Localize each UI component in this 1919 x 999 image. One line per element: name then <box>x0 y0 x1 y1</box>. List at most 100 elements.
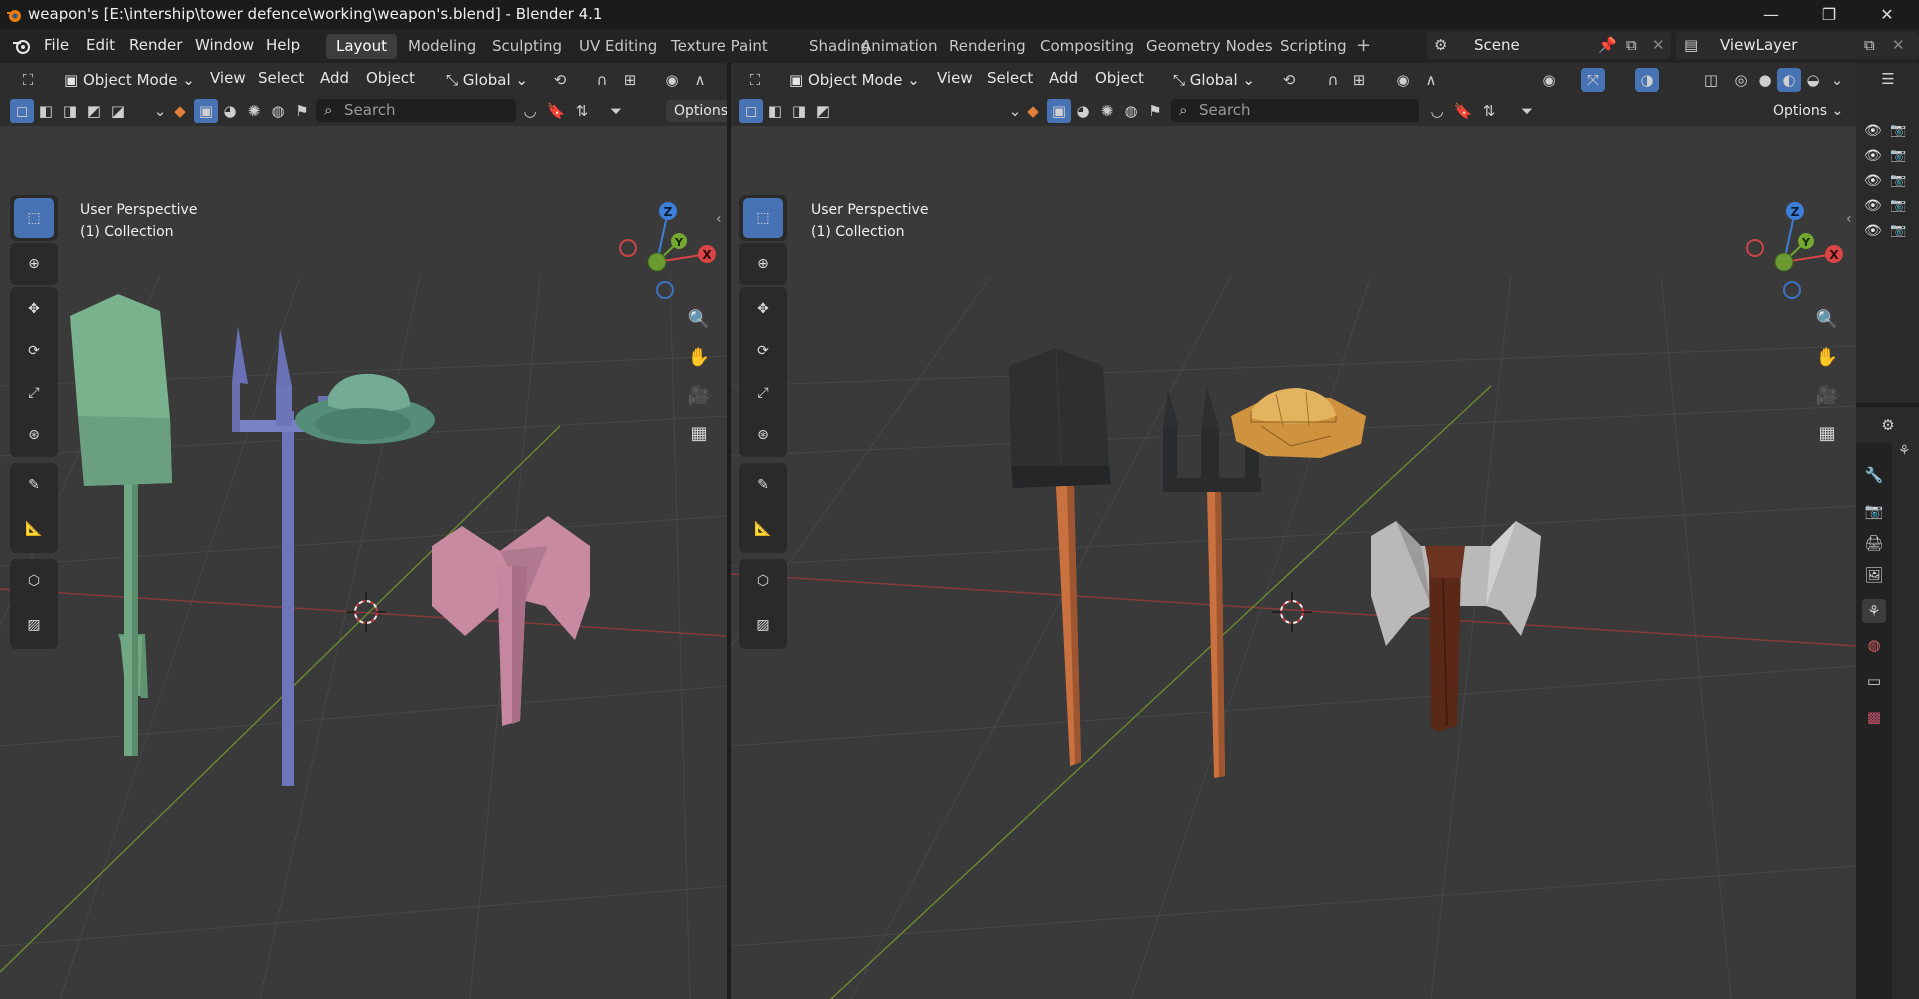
editor-type-icon[interactable]: ⛶ <box>743 68 767 92</box>
camera-render-icon[interactable]: 📷 <box>1890 173 1906 188</box>
snap-icon[interactable]: ∩ <box>590 68 614 92</box>
chevron-left-icon[interactable]: ‹ <box>1846 211 1852 227</box>
shovel-model[interactable] <box>70 294 172 756</box>
filter-world-icon[interactable]: ◍ <box>1119 99 1143 123</box>
visibility-icon[interactable]: ◉ <box>1537 68 1561 92</box>
remove-view-layer-icon[interactable]: ✕ <box>1892 32 1905 59</box>
filter-mesh-icon[interactable]: ▣ <box>194 99 218 123</box>
falloff-icon[interactable]: ∧ <box>688 68 712 92</box>
tab-texture-paint[interactable]: Texture Paint <box>661 34 778 59</box>
hat-model[interactable] <box>295 373 435 444</box>
sort-icon[interactable]: ⇅ <box>570 99 594 123</box>
scene-props-icon[interactable]: ⚘ <box>1862 599 1886 623</box>
eye-icon[interactable]: 👁 <box>1864 173 1882 189</box>
world-icon[interactable]: ◍ <box>1862 633 1886 657</box>
filter-toggle-icon[interactable]: ◡ <box>518 99 542 123</box>
gizmo-toggle-icon[interactable]: ⤧ <box>1581 68 1605 92</box>
tab-layout[interactable]: Layout <box>326 34 397 59</box>
wireframe-shading-icon[interactable]: ◎ <box>1729 68 1753 92</box>
transform-icon[interactable]: ⊛ <box>743 415 783 455</box>
eye-icon[interactable]: 👁 <box>1864 198 1882 214</box>
viewport-canvas-right[interactable]: Z Y X <box>731 126 1856 999</box>
select-box-icon[interactable]: ⬚ <box>743 198 783 238</box>
menu-help[interactable]: Help <box>266 36 300 54</box>
search-input[interactable]: ⌕ Search <box>316 99 516 122</box>
camera-icon[interactable]: 🎥 <box>683 379 715 411</box>
tool-icon[interactable]: 🔧 <box>1862 463 1886 487</box>
grid-icon[interactable]: ▦ <box>1811 417 1843 449</box>
filter-world-icon[interactable]: ◍ <box>266 99 290 123</box>
options-button[interactable]: Options ⌄ <box>1765 100 1852 122</box>
move-icon[interactable]: ✥ <box>14 289 54 329</box>
add-cube-icon[interactable]: ⬡ <box>743 561 783 601</box>
measure-icon[interactable]: 📐 <box>14 509 54 549</box>
select-box-icon[interactable]: ⬚ <box>14 198 54 238</box>
viewport-canvas-left[interactable]: Z Y X <box>0 126 727 999</box>
measure-icon[interactable]: 📐 <box>743 509 783 549</box>
orientation-dropdown[interactable]: ⤡ Global ⌄ <box>1167 68 1271 92</box>
view-layer-props-icon[interactable]: 🖼 <box>1862 563 1886 587</box>
transform-icon[interactable]: ⊛ <box>14 415 54 455</box>
editor-type-icon[interactable]: ⛶ <box>16 68 40 92</box>
rotate-icon[interactable]: ⟳ <box>14 331 54 371</box>
3d-cursor[interactable] <box>1272 592 1312 632</box>
snap-target-icon[interactable]: ⊞ <box>618 68 642 92</box>
cursor-icon[interactable]: ⊕ <box>14 244 54 284</box>
panel-divider[interactable] <box>1856 403 1919 407</box>
outliner-display-icon[interactable]: ☰ <box>1876 67 1900 91</box>
shovel-model[interactable] <box>1009 347 1111 766</box>
filter-other-icon[interactable]: ⚑ <box>1143 99 1167 123</box>
eye-icon[interactable]: 👁 <box>1864 123 1882 139</box>
tab-rendering[interactable]: Rendering <box>939 34 1036 59</box>
snap-icon[interactable]: ∩ <box>1321 68 1345 92</box>
chevron-down-icon[interactable]: ⌄ <box>1825 68 1849 92</box>
menu-file[interactable]: File <box>44 36 69 54</box>
filter-curve-icon[interactable]: ◕ <box>1071 99 1095 123</box>
menu-add[interactable]: Add <box>1049 69 1078 87</box>
hat-model[interactable] <box>1231 388 1366 458</box>
tab-uv-editing[interactable]: UV Editing <box>569 34 667 59</box>
menu-window[interactable]: Window <box>195 36 254 54</box>
filter-light-icon[interactable]: ✺ <box>242 99 266 123</box>
new-view-layer-icon[interactable]: ⧉ <box>1864 32 1875 59</box>
menu-select[interactable]: Select <box>987 69 1033 87</box>
snap-target-icon[interactable]: ⊞ <box>1347 68 1371 92</box>
image-icon[interactable]: ▨ <box>743 605 783 645</box>
select-invert-icon[interactable]: ◩ <box>811 99 835 123</box>
menu-render[interactable]: Render <box>129 36 182 54</box>
eye-icon[interactable]: 👁 <box>1864 223 1882 239</box>
funnel-icon[interactable]: ⏷ <box>604 99 628 123</box>
add-cube-icon[interactable]: ⬡ <box>14 561 54 601</box>
scale-icon[interactable]: ⤢ <box>743 373 783 413</box>
bookmark-icon[interactable]: 🔖 <box>1451 99 1475 123</box>
orientation-dropdown[interactable]: ⤡ Global ⌄ <box>440 68 544 92</box>
tab-scripting[interactable]: Scripting <box>1270 34 1357 59</box>
menu-view[interactable]: View <box>210 69 246 87</box>
scale-icon[interactable]: ⤢ <box>14 373 54 413</box>
material-shading-icon[interactable]: ◐ <box>1777 68 1801 92</box>
cursor-icon[interactable]: ⊕ <box>743 244 783 284</box>
blender-logo-icon[interactable] <box>12 37 32 55</box>
annotate-icon[interactable]: ✎ <box>14 465 54 505</box>
menu-select[interactable]: Select <box>258 69 304 87</box>
proportional-edit-icon[interactable]: ◉ <box>660 68 684 92</box>
select-subtract-icon[interactable]: ◨ <box>58 99 82 123</box>
maximize-button[interactable]: ❐ <box>1806 0 1852 29</box>
color-filter-icon[interactable]: ◆ <box>168 99 192 123</box>
select-new-icon[interactable]: ◻ <box>10 99 34 123</box>
new-scene-icon[interactable]: ⧉ <box>1626 32 1637 59</box>
overlay-toggle-icon[interactable]: ◑ <box>1635 68 1659 92</box>
camera-render-icon[interactable]: 📷 <box>1890 223 1906 238</box>
tab-geometry-nodes[interactable]: Geometry Nodes <box>1136 34 1283 59</box>
texture-icon[interactable]: ▩ <box>1862 705 1886 729</box>
hand-icon[interactable]: ✋ <box>1811 341 1843 373</box>
funnel-icon[interactable]: ⏷ <box>1515 99 1539 123</box>
select-extend-icon[interactable]: ◧ <box>34 99 58 123</box>
zoom-icon[interactable]: 🔍 <box>1811 303 1843 335</box>
grid-icon[interactable]: ▦ <box>683 417 715 449</box>
pivot-icon[interactable]: ⟲ <box>1277 68 1301 92</box>
image-icon[interactable]: ▨ <box>14 605 54 645</box>
menu-object[interactable]: Object <box>1095 69 1144 87</box>
filter-toggle-icon[interactable]: ◡ <box>1425 99 1449 123</box>
select-subtract-icon[interactable]: ◨ <box>787 99 811 123</box>
